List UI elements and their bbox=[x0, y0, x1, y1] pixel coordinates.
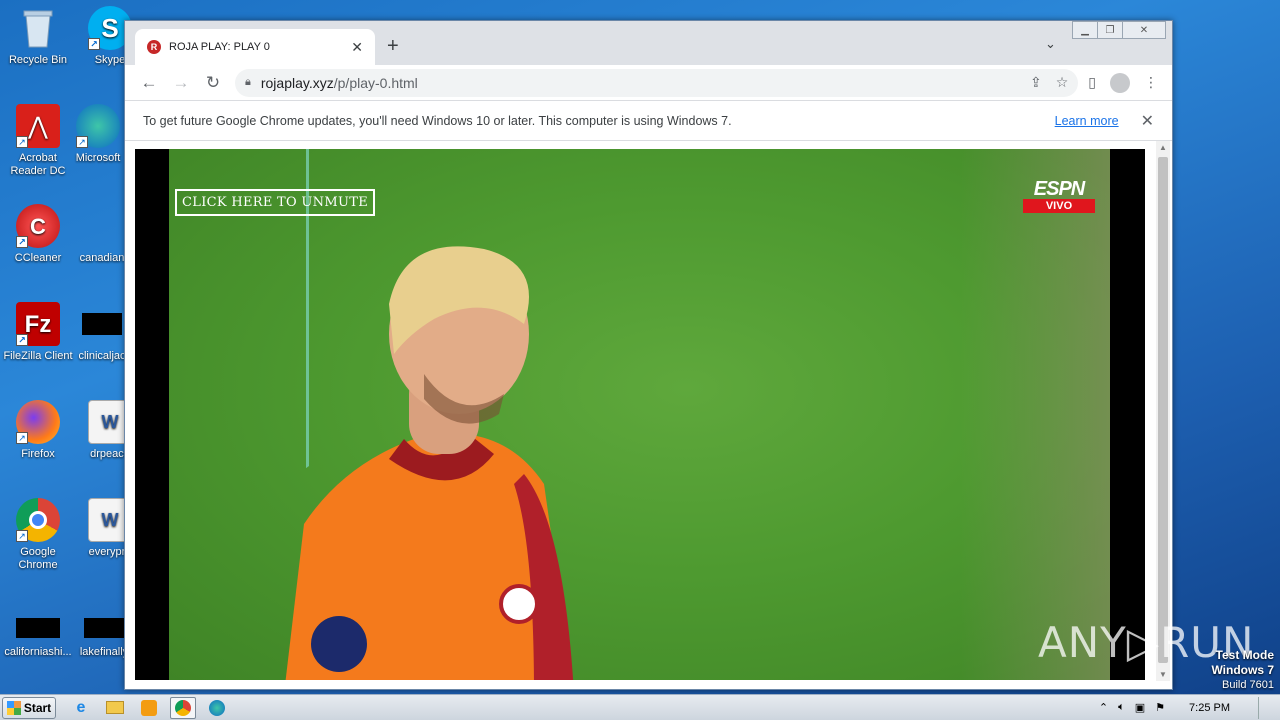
back-button[interactable]: ← bbox=[133, 73, 165, 93]
window-close-button[interactable]: ✕ bbox=[1122, 21, 1166, 39]
ccleaner-icon: C ↗ bbox=[16, 204, 60, 248]
browser-toolbar: ← → ↻ 🔒︎ rojaplay.xyz/p/play-0.html ⇪ ☆ … bbox=[125, 65, 1172, 101]
profile-avatar-icon[interactable] bbox=[1110, 72, 1130, 93]
desktop-icon-californiashi[interactable]: californiashi... bbox=[0, 614, 76, 659]
test-mode-notice: Test Mode Windows 7 Build 7601 bbox=[1211, 648, 1274, 692]
scroll-up-icon[interactable]: ▲ bbox=[1156, 143, 1170, 152]
learn-more-link[interactable]: Learn more bbox=[1055, 114, 1119, 128]
chrome-icon: ↗ bbox=[16, 498, 60, 542]
chrome-window: R ROJA PLAY: PLAY 0 ✕ + ⌄ ▁ ❐ ✕ ← → ↻ 🔒︎… bbox=[124, 20, 1173, 690]
file-icon bbox=[82, 614, 126, 642]
taskbar-pinned: e bbox=[68, 696, 230, 719]
scroll-down-icon[interactable]: ▼ bbox=[1156, 670, 1170, 679]
infobar-close-icon[interactable]: ✕ bbox=[1141, 111, 1154, 131]
footballer-figure bbox=[285, 246, 574, 680]
icon-label: californiashi... bbox=[4, 646, 72, 658]
action-center-flag-icon[interactable]: ⚑ bbox=[1155, 701, 1165, 714]
roja-favicon-icon: R bbox=[147, 40, 161, 54]
explorer-folder-icon[interactable] bbox=[102, 697, 128, 719]
icon-label: Recycle Bin bbox=[8, 54, 68, 66]
build-label: Build 7601 bbox=[1222, 679, 1274, 691]
file-icon bbox=[80, 302, 124, 346]
scroll-thumb[interactable] bbox=[1158, 157, 1168, 663]
window-controls: ▁ ❐ ✕ bbox=[1072, 21, 1166, 39]
windows-flag-icon bbox=[6, 700, 21, 715]
maximize-button[interactable]: ❐ bbox=[1097, 21, 1123, 39]
filezilla-icon: Fz ↗ bbox=[16, 302, 60, 346]
side-panel-icon[interactable]: ▯ bbox=[1088, 74, 1096, 91]
tab-roja-play[interactable]: R ROJA PLAY: PLAY 0 ✕ bbox=[135, 29, 375, 65]
toolbar-right: ▯ ⋮ bbox=[1088, 72, 1164, 93]
start-label: Start bbox=[23, 700, 52, 715]
clock[interactable]: 7:25 PM bbox=[1189, 702, 1230, 714]
address-bar[interactable]: 🔒︎ rojaplay.xyz/p/play-0.html ⇪ ☆ bbox=[235, 68, 1079, 97]
start-button[interactable]: Start bbox=[2, 696, 56, 719]
stand-background bbox=[960, 149, 1110, 680]
desktop-icon-chrome[interactable]: ↗ Google Chrome bbox=[0, 498, 76, 572]
show-desktop-button[interactable] bbox=[1258, 696, 1272, 719]
share-icon[interactable]: ⇪ bbox=[1030, 74, 1042, 91]
tab-close-icon[interactable]: ✕ bbox=[351, 39, 363, 56]
update-infobar: To get future Google Chrome updates, you… bbox=[125, 101, 1172, 141]
recycle-bin-icon bbox=[16, 6, 60, 50]
video-frame bbox=[169, 149, 1110, 680]
file-icon bbox=[16, 614, 60, 642]
espn-wordmark: ESPN bbox=[1033, 178, 1085, 200]
infobar-message: To get future Google Chrome updates, you… bbox=[143, 113, 732, 128]
icon-label: Firefox bbox=[21, 448, 55, 460]
new-tab-button[interactable]: + bbox=[387, 35, 399, 58]
internet-explorer-icon[interactable]: e bbox=[68, 697, 94, 719]
icon-label: Google Chrome bbox=[18, 546, 58, 571]
edge-icon: ↗ bbox=[76, 104, 120, 148]
firefox-icon: ↗ bbox=[16, 400, 60, 444]
volume-icon[interactable]: 🔈︎ bbox=[1118, 701, 1125, 714]
video-player[interactable]: CLICK HERE TO UNMUTE ESPN VIVO bbox=[135, 149, 1145, 680]
network-icon[interactable]: ▣ bbox=[1135, 701, 1145, 714]
url-path: /p/play-0.html bbox=[333, 74, 418, 91]
page-content: CLICK HERE TO UNMUTE ESPN VIVO ▲ ▼ bbox=[125, 141, 1172, 689]
unmute-button[interactable]: CLICK HERE TO UNMUTE bbox=[175, 189, 375, 216]
os-label: Windows 7 bbox=[1211, 663, 1274, 677]
tab-search-chevron-icon[interactable]: ⌄ bbox=[1045, 36, 1056, 52]
desktop-icon-firefox[interactable]: ↗ Firefox bbox=[0, 400, 76, 461]
lock-icon[interactable]: 🔒︎ bbox=[245, 76, 251, 89]
reload-button[interactable]: ↻ bbox=[197, 73, 229, 93]
tab-strip: R ROJA PLAY: PLAY 0 ✕ + ⌄ ▁ ❐ ✕ bbox=[125, 21, 1172, 65]
tray-expand-icon[interactable]: ⌃ bbox=[1099, 701, 1108, 714]
edge-taskbar-icon[interactable] bbox=[204, 697, 230, 719]
chrome-taskbar-icon[interactable] bbox=[170, 696, 196, 719]
url-host: rojaplay.xyz bbox=[260, 74, 334, 91]
bookmark-star-icon[interactable]: ☆ bbox=[1056, 74, 1069, 91]
live-badge: VIVO bbox=[1023, 199, 1095, 213]
espn-logo: ESPN VIVO bbox=[1023, 179, 1095, 213]
minimize-button[interactable]: ▁ bbox=[1072, 21, 1098, 39]
system-tray: ⌃ 🔈︎ ▣ ⚑ 7:25 PM bbox=[1099, 696, 1280, 719]
desktop-icon-recycle-bin[interactable]: Recycle Bin bbox=[0, 6, 76, 67]
taskbar: Start e ⌃ 🔈︎ ▣ ⚑ 7:25 PM bbox=[0, 694, 1280, 720]
forward-button[interactable]: → bbox=[165, 73, 197, 93]
tab-title: ROJA PLAY: PLAY 0 bbox=[169, 41, 270, 53]
acrobat-icon: ⋀ ↗ bbox=[16, 104, 60, 148]
menu-kebab-icon[interactable]: ⋮ bbox=[1144, 74, 1158, 91]
file-icon bbox=[80, 204, 124, 248]
media-player-icon[interactable] bbox=[136, 697, 162, 719]
test-mode-label: Test Mode bbox=[1215, 648, 1274, 662]
vertical-scrollbar[interactable]: ▲ ▼ bbox=[1156, 141, 1170, 681]
